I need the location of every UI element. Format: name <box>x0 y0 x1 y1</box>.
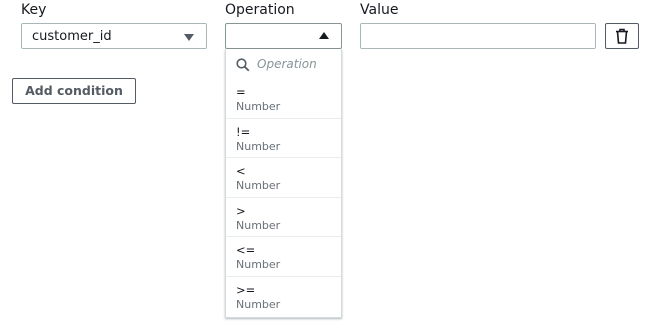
option-operator: < <box>236 164 246 178</box>
search-icon <box>236 58 250 72</box>
operation-dropdown: Operation = Number != Number < Number > … <box>225 49 342 318</box>
option-operator: <= <box>236 243 256 257</box>
dropdown-search[interactable]: Operation <box>226 49 341 79</box>
option-type: Number <box>236 297 281 311</box>
options-list: = Number != Number < Number > Number <= … <box>226 79 341 316</box>
option-type: Number <box>236 258 281 271</box>
option-not-equals[interactable]: != Number <box>226 119 341 158</box>
option-operator: != <box>236 124 251 139</box>
key-select-value: customer_id <box>32 29 112 44</box>
key-select[interactable]: customer_id <box>21 23 207 49</box>
chevron-up-icon <box>319 32 329 39</box>
value-input[interactable] <box>360 23 596 49</box>
option-greater-equal[interactable]: >= Number <box>226 277 341 317</box>
option-greater-than[interactable]: > Number <box>226 198 341 237</box>
option-type: Number <box>236 179 281 192</box>
trash-icon <box>616 28 628 44</box>
option-less-than[interactable]: < Number <box>226 158 341 198</box>
option-operator: = <box>236 85 246 99</box>
option-type: Number <box>236 139 281 153</box>
option-type: Number <box>236 100 281 113</box>
chevron-down-icon <box>184 34 194 41</box>
operation-select[interactable] <box>225 23 342 49</box>
key-label: Key <box>21 2 47 18</box>
option-less-equal[interactable]: <= Number <box>226 237 341 277</box>
value-label: Value <box>360 2 399 18</box>
option-type: Number <box>236 218 281 232</box>
option-operator: > <box>236 203 246 218</box>
search-placeholder: Operation <box>257 57 317 71</box>
operation-label: Operation <box>225 2 295 18</box>
delete-button[interactable] <box>605 23 639 49</box>
option-equals[interactable]: = Number <box>226 79 341 119</box>
add-condition-button[interactable]: Add condition <box>12 78 136 104</box>
option-operator: >= <box>236 282 256 297</box>
